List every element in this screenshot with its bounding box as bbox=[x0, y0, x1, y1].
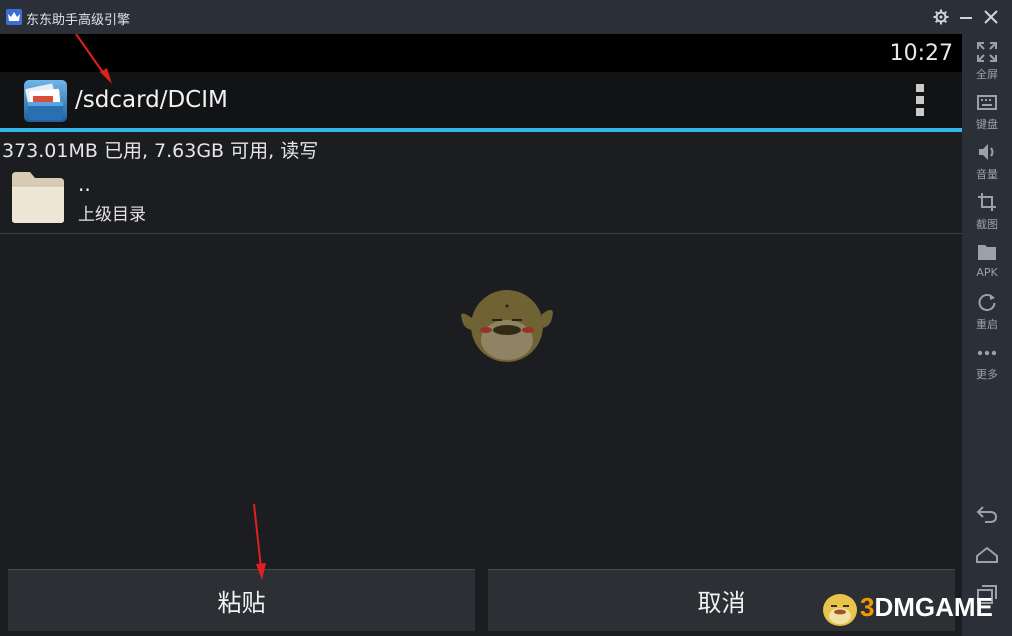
mascot-icon bbox=[823, 594, 857, 626]
clock: 10:27 bbox=[889, 41, 953, 66]
storage-info: 373.01MB 已用, 7.63GB 可用, 读写 bbox=[2, 140, 319, 162]
keyboard-button[interactable]: 键盘 bbox=[962, 86, 1012, 132]
fullscreen-icon bbox=[977, 42, 997, 62]
entry-name: .. bbox=[78, 172, 91, 196]
mascot-image bbox=[452, 270, 562, 368]
restart-label: 重启 bbox=[976, 318, 998, 331]
apk-button[interactable]: APK bbox=[962, 236, 1012, 282]
back-icon[interactable] bbox=[975, 502, 999, 526]
paste-button[interactable]: 粘贴 bbox=[8, 569, 475, 631]
volume-button[interactable]: 音量 bbox=[962, 136, 1012, 182]
android-screen: 10:27 /sdcard/DCIM 373.01MB 已用, 7.63GB 可… bbox=[0, 34, 962, 636]
folder-icon bbox=[978, 245, 996, 260]
status-bar: 10:27 bbox=[0, 34, 962, 72]
crown-icon bbox=[6, 9, 22, 25]
list-divider bbox=[0, 233, 962, 234]
fullscreen-label: 全屏 bbox=[976, 68, 998, 81]
apk-label: APK bbox=[976, 266, 998, 279]
volume-label: 音量 bbox=[976, 168, 998, 181]
file-manager-app-icon[interactable] bbox=[24, 80, 67, 122]
fullscreen-button[interactable]: 全屏 bbox=[962, 36, 1012, 82]
volume-icon bbox=[979, 144, 994, 160]
more-label: 更多 bbox=[976, 368, 998, 381]
overflow-menu-icon[interactable] bbox=[910, 82, 930, 118]
screenshot-button[interactable]: 截图 bbox=[962, 186, 1012, 232]
close-icon[interactable] bbox=[980, 6, 1002, 28]
side-toolbar: 全屏 键盘 音量 截图 APK 重启 更多 bbox=[962, 34, 1012, 636]
action-bar: /sdcard/DCIM bbox=[0, 72, 962, 128]
list-item-parent-directory[interactable]: .. 上级目录 bbox=[0, 166, 962, 234]
window-title: 东东助手高级引擎 bbox=[26, 13, 131, 28]
more-icon bbox=[977, 350, 997, 356]
restart-button[interactable]: 重启 bbox=[962, 286, 1012, 332]
crop-icon bbox=[978, 193, 996, 211]
title-bar: 东东助手高级引擎 bbox=[0, 0, 1012, 34]
minimize-icon[interactable] bbox=[955, 6, 977, 28]
keyboard-label: 键盘 bbox=[976, 118, 998, 131]
current-path: /sdcard/DCIM bbox=[75, 87, 228, 113]
home-icon[interactable] bbox=[975, 542, 999, 566]
entry-description: 上级目录 bbox=[78, 205, 146, 225]
action-bar-divider bbox=[0, 128, 962, 132]
watermark-text: 3DMGAME bbox=[860, 592, 993, 622]
folder-icon bbox=[10, 170, 66, 225]
screenshot-label: 截图 bbox=[976, 218, 998, 231]
restart-icon bbox=[978, 294, 996, 312]
watermark-logo: 3DMGAME bbox=[818, 584, 1008, 632]
gear-icon[interactable] bbox=[930, 6, 952, 28]
more-button[interactable]: 更多 bbox=[962, 336, 1012, 382]
keyboard-icon bbox=[977, 95, 997, 110]
